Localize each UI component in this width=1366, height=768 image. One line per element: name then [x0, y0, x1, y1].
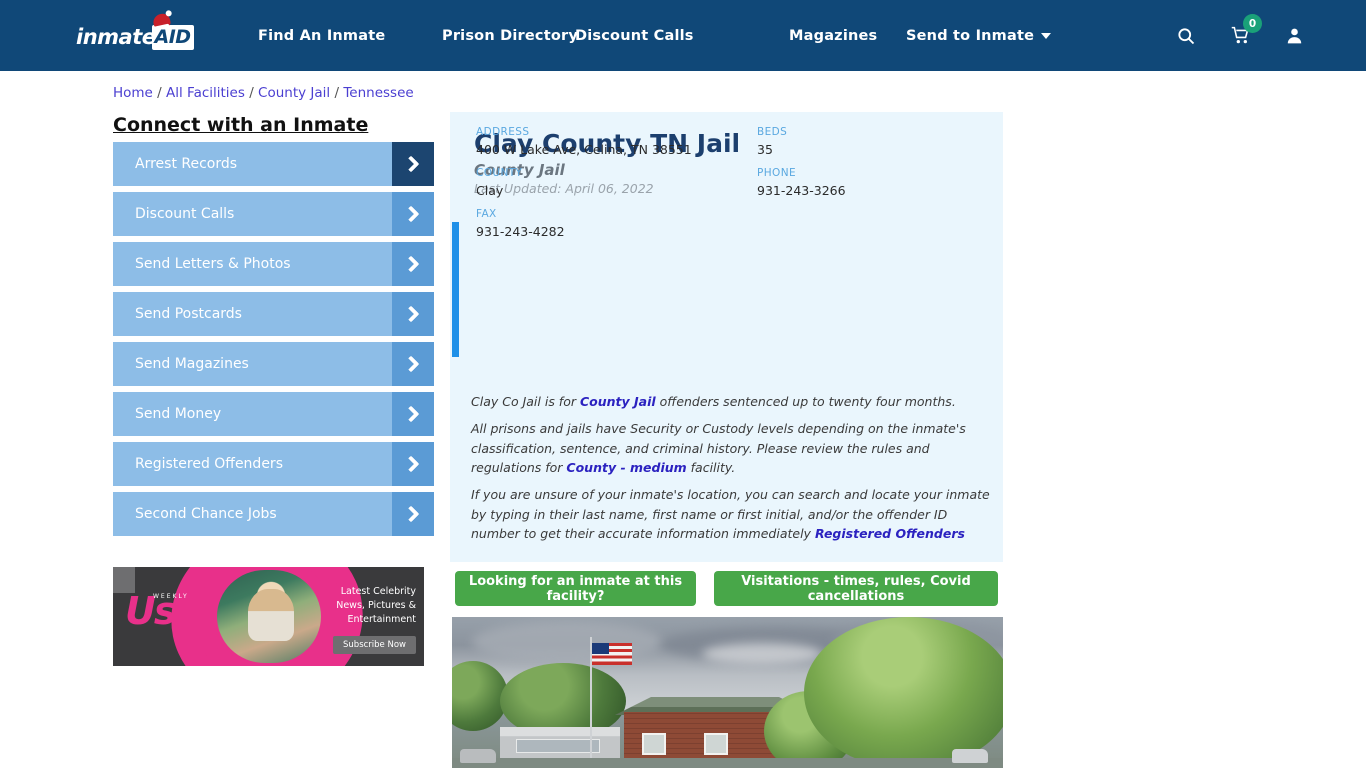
chevron-right-icon — [392, 492, 434, 536]
top-navigation-bar: inmate AID Find An Inmate Prison Directo… — [0, 0, 1366, 71]
search-icon[interactable] — [1176, 26, 1196, 46]
chevron-right-icon — [392, 292, 434, 336]
sidebar-item-send-magazines[interactable]: Send Magazines — [113, 342, 434, 386]
user-account-icon[interactable] — [1285, 26, 1304, 45]
photo-cloud — [702, 643, 822, 665]
breadcrumb-item-all-facilities[interactable]: All Facilities — [166, 85, 245, 101]
sidebar-item-label: Send Magazines — [135, 356, 249, 372]
visitations-button[interactable]: Visitations - times, rules, Covid cancel… — [714, 571, 998, 606]
breadcrumb-separator: / — [244, 85, 259, 101]
facility-photo — [452, 617, 1003, 768]
chevron-right-icon — [392, 392, 434, 436]
info-value-phone: 931-243-3266 — [757, 183, 846, 198]
description-paragraph-1: Clay Co Jail is for County Jail offender… — [471, 392, 991, 412]
info-field-address: ADDRESS 400 W Lake Ave, Celina, TN 38551 — [476, 126, 692, 157]
sidebar-item-arrest-records[interactable]: Arrest Records — [113, 142, 434, 186]
nav-find-an-inmate[interactable]: Find An Inmate — [258, 28, 442, 44]
photo-window — [704, 733, 728, 755]
nav-send-to-inmate-label: Send to Inmate — [906, 27, 1035, 44]
sidebar-item-label: Send Letters & Photos — [135, 256, 291, 272]
breadcrumb-item-county-jail[interactable]: County Jail — [258, 85, 330, 101]
logo-text: inmate — [76, 25, 156, 49]
sidebar-heading: Connect with an Inmate — [113, 114, 369, 136]
advertisement-banner[interactable]: Us WEEKLY Latest Celebrity News, Picture… — [113, 567, 424, 666]
sidebar-item-send-letters-photos[interactable]: Send Letters & Photos — [113, 242, 434, 286]
breadcrumb-item-tennessee[interactable]: Tennessee — [343, 85, 413, 101]
sidebar-item-label: Registered Offenders — [135, 456, 283, 472]
description-paragraph-3: If you are unsure of your inmate's locat… — [471, 485, 991, 544]
link-county-medium[interactable]: County - medium — [566, 460, 686, 475]
info-value-address: 400 W Lake Ave, Celina, TN 38551 — [476, 142, 692, 157]
nav-discount-calls[interactable]: Discount Calls — [575, 28, 789, 44]
cart-count-badge: 0 — [1243, 14, 1262, 33]
chevron-right-icon — [392, 242, 434, 286]
chevron-down-icon — [1041, 32, 1052, 39]
photo-window — [642, 733, 666, 755]
p1-text-b: offenders sentenced up to twenty four mo… — [655, 394, 956, 409]
info-label-fax: FAX — [476, 208, 497, 220]
breadcrumb: Home / All Facilities / County Jail / Te… — [113, 85, 414, 101]
ad-subscribe-button[interactable]: Subscribe Now — [333, 636, 416, 654]
main-menu: Find An Inmate Prison Directory Discount… — [258, 0, 1052, 71]
inmate-search-button[interactable]: Looking for an inmate at this facility? — [455, 571, 696, 606]
ad-headline: Latest Celebrity News, Pictures & Entert… — [336, 586, 416, 625]
sidebar-item-label: Send Money — [135, 406, 222, 422]
header-icon-group: 0 — [1176, 0, 1304, 71]
nav-magazines[interactable]: Magazines — [789, 28, 906, 44]
info-value-beds: 35 — [757, 142, 773, 157]
ad-brand-sub: WEEKLY — [153, 593, 189, 600]
santa-hat-icon — [152, 11, 172, 29]
info-field-phone: PHONE 931-243-3266 — [757, 167, 846, 198]
nav-prison-directory[interactable]: Prison Directory — [442, 28, 578, 44]
sidebar-item-registered-offenders[interactable]: Registered Offenders — [113, 442, 434, 486]
photo-us-flag — [592, 643, 632, 665]
sidebar-item-label: Arrest Records — [135, 156, 238, 172]
sidebar-item-label: Second Chance Jobs — [135, 506, 277, 522]
link-registered-offenders[interactable]: Registered Offenders — [815, 526, 965, 541]
photo-car — [952, 749, 988, 763]
info-field-county: COUNTY Clay — [476, 167, 522, 198]
info-field-fax: FAX 931-243-4282 — [476, 208, 565, 239]
breadcrumb-item-home[interactable]: Home — [113, 85, 153, 101]
chevron-right-icon — [392, 342, 434, 386]
chevron-right-icon — [392, 192, 434, 236]
sidebar-menu: Arrest Records Discount Calls Send Lette… — [113, 142, 434, 542]
info-label-county: COUNTY — [476, 167, 523, 179]
sidebar-item-second-chance-jobs[interactable]: Second Chance Jobs — [113, 492, 434, 536]
sidebar-item-discount-calls[interactable]: Discount Calls — [113, 192, 434, 236]
info-value-county: Clay — [476, 183, 504, 198]
photo-road — [452, 758, 1003, 768]
sidebar-item-send-postcards[interactable]: Send Postcards — [113, 292, 434, 336]
nav-send-to-inmate[interactable]: Send to Inmate — [906, 27, 1052, 44]
photo-car — [460, 749, 496, 763]
sidebar-item-send-money[interactable]: Send Money — [113, 392, 434, 436]
sidebar-item-label: Send Postcards — [135, 306, 242, 322]
description-paragraph-2: All prisons and jails have Security or C… — [471, 419, 991, 478]
sidebar-item-label: Discount Calls — [135, 206, 235, 222]
breadcrumb-separator: / — [152, 85, 167, 101]
breadcrumb-separator: / — [330, 85, 344, 101]
chevron-right-icon — [392, 442, 434, 486]
p1-text-a: Clay Co Jail is for — [471, 394, 580, 409]
chevron-right-icon — [392, 142, 434, 186]
photo-tree — [804, 617, 1003, 768]
info-label-beds: BEDS — [757, 126, 788, 138]
site-logo[interactable]: inmate AID — [76, 11, 194, 54]
link-county-jail[interactable]: County Jail — [580, 394, 656, 409]
info-accent-bar — [452, 222, 459, 357]
shopping-cart-icon[interactable]: 0 — [1230, 14, 1262, 46]
p2-text-b: facility. — [686, 460, 736, 475]
logo-aid-badge: AID — [152, 11, 194, 50]
info-label-address: ADDRESS — [476, 126, 530, 138]
photo-cloud — [472, 621, 662, 663]
info-label-phone: PHONE — [757, 167, 796, 179]
info-value-fax: 931-243-4282 — [476, 224, 565, 239]
info-field-beds: BEDS 35 — [757, 126, 787, 157]
